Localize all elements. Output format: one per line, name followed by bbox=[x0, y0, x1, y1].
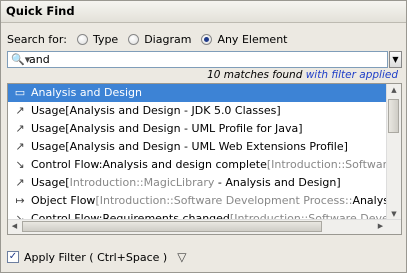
vertical-scrollbar[interactable]: ▲ ▼ bbox=[386, 84, 401, 221]
list-item[interactable]: ↗ Usage[Introduction::MagicLibrary - Ana… bbox=[8, 174, 388, 192]
search-input[interactable]: 🔍▾ and bbox=[7, 51, 388, 68]
scroll-left-icon[interactable]: ◀ bbox=[8, 220, 21, 233]
horizontal-scroll-thumb[interactable] bbox=[22, 221, 322, 232]
chevron-down-icon: ▼ bbox=[392, 55, 399, 64]
radio-type[interactable]: Type bbox=[76, 32, 119, 46]
apply-filter-label[interactable]: Apply Filter ( Ctrl+Space ) bbox=[24, 251, 167, 264]
title-bar: Quick Find bbox=[1, 1, 406, 23]
vertical-scroll-thumb[interactable] bbox=[388, 99, 399, 133]
list-item-label: Analysis and Design bbox=[31, 86, 142, 99]
list-item[interactable]: ▭ Analysis and Design bbox=[8, 84, 388, 102]
control-flow-icon: ↘ bbox=[15, 158, 25, 171]
radio-any-element[interactable]: Any Element bbox=[201, 33, 287, 46]
list-item-label: Object Flow[Introduction::Software Devel… bbox=[31, 194, 388, 207]
match-count-text: 10 matches found bbox=[207, 69, 303, 81]
apply-filter-checkbox[interactable]: ✓ bbox=[7, 251, 19, 263]
scroll-up-icon[interactable]: ▲ bbox=[387, 84, 401, 97]
search-input-value[interactable]: and bbox=[29, 53, 50, 66]
radio-any-element-label: Any Element bbox=[217, 32, 288, 46]
window-title: Quick Find bbox=[6, 4, 75, 18]
usage-arrow-icon: ↗ bbox=[15, 140, 25, 153]
usage-arrow-icon: ↗ bbox=[15, 104, 25, 117]
list-item-label: Control Flow:Analysis and design complet… bbox=[31, 158, 388, 171]
package-icon: ▭ bbox=[14, 86, 26, 99]
radio-diagram-label: Diagram bbox=[144, 32, 192, 46]
filter-applied-link[interactable]: with filter applied bbox=[306, 69, 398, 81]
match-count: 10 matches found with filter applied bbox=[207, 69, 398, 81]
search-for-label: Search for: bbox=[7, 32, 67, 46]
radio-type-label: Type bbox=[92, 32, 119, 46]
radio-any-element-indicator[interactable] bbox=[201, 33, 213, 45]
list-item-label: Usage[Analysis and Design - UML Profile … bbox=[31, 122, 303, 135]
usage-arrow-icon: ↗ bbox=[15, 122, 25, 135]
filter-footer: ✓ Apply Filter ( Ctrl+Space ) ▽ bbox=[7, 249, 186, 265]
list-item[interactable]: ↗ Usage[Analysis and Design - UML Web Ex… bbox=[8, 138, 388, 156]
quick-find-window: Quick Find Search for: Type Diagram Any … bbox=[0, 0, 407, 273]
radio-type-indicator[interactable] bbox=[76, 33, 88, 45]
search-scope: Search for: Type Diagram Any Element bbox=[7, 31, 287, 47]
list-item[interactable]: ↘ Control Flow:Analysis and design compl… bbox=[8, 156, 388, 174]
horizontal-scrollbar[interactable]: ◀ ▶ bbox=[8, 219, 401, 234]
radio-diagram-indicator[interactable] bbox=[128, 33, 140, 45]
history-dropdown-button[interactable]: ▼ bbox=[389, 51, 402, 68]
list-item-label: Usage[Analysis and Design - JDK 5.0 Clas… bbox=[31, 104, 281, 117]
funnel-icon[interactable]: ▽ bbox=[177, 250, 186, 264]
list-item-label: Usage[Introduction::MagicLibrary - Analy… bbox=[31, 176, 341, 189]
radio-diagram[interactable]: Diagram bbox=[128, 33, 191, 46]
scroll-right-icon[interactable]: ▶ bbox=[374, 220, 387, 233]
search-icon[interactable]: 🔍▾ bbox=[11, 53, 30, 66]
results-list[interactable]: ▭ Analysis and Design ↗ Usage[Analysis a… bbox=[7, 83, 402, 235]
list-item-label: Usage[Analysis and Design - UML Web Exte… bbox=[31, 140, 348, 153]
usage-arrow-icon: ↗ bbox=[15, 176, 25, 189]
list-item[interactable]: ↦ Object Flow[Introduction::Software Dev… bbox=[8, 192, 388, 210]
object-flow-icon: ↦ bbox=[15, 194, 25, 207]
list-item[interactable]: ↗ Usage[Analysis and Design - UML Profil… bbox=[8, 120, 388, 138]
list-item[interactable]: ↗ Usage[Analysis and Design - JDK 5.0 Cl… bbox=[8, 102, 388, 120]
